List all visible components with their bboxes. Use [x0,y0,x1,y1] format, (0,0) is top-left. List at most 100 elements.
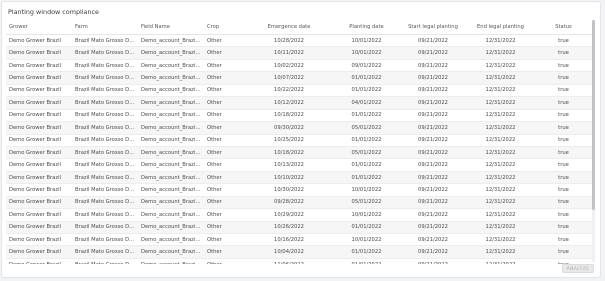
cell-planting-date: 10/01/2022 [334,233,399,247]
table-row[interactable]: Demo Grower BrazilBrazil Mato Grosso De.… [6,258,593,264]
cell-farm: Brazil Mato Grosso De... [72,121,138,135]
cell-crop: Other [204,171,244,185]
cell-crop: Other [204,59,244,73]
cell-grower: Demo Grower Brazil [6,59,72,73]
scrollbar-thumb[interactable] [592,20,595,210]
cell-emergence-date: 11/06/2022 [244,258,334,264]
cell-start-legal-planting: 09/21/2022 [399,71,467,85]
cell-field-name: Demo_account_Brazil... [138,84,204,98]
cell-farm: Brazil Mato Grosso De... [72,183,138,197]
table-row[interactable]: Demo Grower BrazilBrazil Mato Grosso De.… [6,96,593,110]
cell-end-legal-planting: 12/31/2022 [467,245,534,259]
cell-field-name: Demo_account_Brazil... [138,183,204,197]
cell-emergence-date: 10/30/2022 [244,183,334,197]
cell-planting-date: 09/01/2022 [334,59,399,73]
table-row[interactable]: Demo Grower BrazilBrazil Mato Grosso De.… [6,109,593,123]
cell-crop: Other [204,233,244,247]
table-row[interactable]: Demo Grower BrazilBrazil Mato Grosso De.… [6,245,593,259]
cell-planting-date: 01/01/2022 [334,84,399,98]
vertical-scrollbar[interactable] [592,20,595,262]
table-row[interactable]: Demo Grower BrazilBrazil Mato Grosso De.… [6,46,593,60]
cell-start-legal-planting: 09/21/2022 [399,96,467,110]
cell-planting-date: 05/01/2022 [334,146,399,160]
table-row[interactable]: Demo Grower BrazilBrazil Mato Grosso De.… [6,34,593,48]
cell-farm: Brazil Mato Grosso De... [72,258,138,264]
cell-end-legal-planting: 12/31/2022 [467,121,534,135]
column-header-end-legal-planting[interactable]: End legal planting [467,20,534,35]
cell-grower: Demo Grower Brazil [6,158,72,172]
column-header-field-name[interactable]: Field Name [138,20,204,35]
cell-grower: Demo Grower Brazil [6,233,72,247]
cell-grower: Demo Grower Brazil [6,121,72,135]
cell-planting-date: 01/01/2022 [334,71,399,85]
cell-planting-date: 05/01/2022 [334,121,399,135]
cell-start-legal-planting: 09/21/2022 [399,221,467,235]
table-row[interactable]: Demo Grower BrazilBrazil Mato Grosso De.… [6,71,593,85]
cell-end-legal-planting: 12/31/2022 [467,59,534,73]
column-header-crop[interactable]: Crop [204,20,244,35]
table-row[interactable]: Demo Grower BrazilBrazil Mato Grosso De.… [6,158,593,172]
cell-crop: Other [204,109,244,123]
cell-end-legal-planting: 12/31/2022 [467,96,534,110]
column-header-start-legal-planting[interactable]: Start legal planting [399,20,467,35]
table-row[interactable]: Demo Grower BrazilBrazil Mato Grosso De.… [6,233,593,247]
table-row[interactable]: Demo Grower BrazilBrazil Mato Grosso De.… [6,221,593,235]
cell-grower: Demo Grower Brazil [6,84,72,98]
cell-emergence-date: 10/12/2022 [244,96,334,110]
cell-field-name: Demo_account_Brazil... [138,59,204,73]
cell-grower: Demo Grower Brazil [6,34,72,48]
cell-start-legal-planting: 09/21/2022 [399,59,467,73]
cell-start-legal-planting: 09/21/2022 [399,34,467,48]
cell-farm: Brazil Mato Grosso De... [72,59,138,73]
cell-start-legal-planting: 09/21/2022 [399,46,467,60]
table-row[interactable]: Demo Grower BrazilBrazil Mato Grosso De.… [6,121,593,135]
cell-status: true [534,109,593,123]
cell-end-legal-planting: 12/31/2022 [467,171,534,185]
cell-field-name: Demo_account_Brazil... [138,34,204,48]
cell-emergence-date: 10/18/2022 [244,146,334,160]
table-row[interactable]: Demo Grower BrazilBrazil Mato Grosso De.… [6,171,593,185]
cell-field-name: Demo_account_Brazil... [138,233,204,247]
cell-start-legal-planting: 09/21/2022 [399,134,467,147]
analyze-button[interactable]: ANALYZE [562,264,594,273]
table-row[interactable]: Demo Grower BrazilBrazil Mato Grosso De.… [6,183,593,197]
column-header-status[interactable]: Status [534,20,593,35]
cell-grower: Demo Grower Brazil [6,96,72,110]
cell-crop: Other [204,221,244,235]
cell-status: true [534,134,593,147]
table-row[interactable]: Demo Grower BrazilBrazil Mato Grosso De.… [6,146,593,160]
cell-emergence-date: 10/02/2022 [244,59,334,73]
cell-status: true [534,171,593,185]
cell-grower: Demo Grower Brazil [6,109,72,123]
cell-end-legal-planting: 12/31/2022 [467,221,534,235]
cell-grower: Demo Grower Brazil [6,171,72,185]
cell-planting-date: 01/01/2022 [334,171,399,185]
cell-end-legal-planting: 12/31/2022 [467,258,534,264]
cell-field-name: Demo_account_Brazil... [138,121,204,135]
cell-emergence-date: 10/29/2022 [244,208,334,222]
cell-end-legal-planting: 12/31/2022 [467,158,534,172]
cell-status: true [534,158,593,172]
column-header-emergence-date[interactable]: Emergence date [244,20,334,35]
cell-field-name: Demo_account_Brazil... [138,134,204,147]
table-container[interactable]: Grower Farm Field Name Crop Emergence da… [6,20,597,264]
cell-grower: Demo Grower Brazil [6,71,72,85]
cell-farm: Brazil Mato Grosso De... [72,109,138,123]
cell-end-legal-planting: 12/31/2022 [467,183,534,197]
table-row[interactable]: Demo Grower BrazilBrazil Mato Grosso De.… [6,196,593,210]
column-header-farm[interactable]: Farm [72,20,138,35]
cell-start-legal-planting: 09/21/2022 [399,208,467,222]
cell-end-legal-planting: 12/31/2022 [467,109,534,123]
table-row[interactable]: Demo Grower BrazilBrazil Mato Grosso De.… [6,84,593,98]
column-header-planting-date[interactable]: Planting date [334,20,399,35]
cell-crop: Other [204,183,244,197]
cell-end-legal-planting: 12/31/2022 [467,84,534,98]
cell-farm: Brazil Mato Grosso De... [72,146,138,160]
column-header-grower[interactable]: Grower [6,20,72,35]
cell-field-name: Demo_account_Brazil... [138,96,204,110]
table-row[interactable]: Demo Grower BrazilBrazil Mato Grosso De.… [6,134,593,147]
cell-end-legal-planting: 12/31/2022 [467,208,534,222]
table-row[interactable]: Demo Grower BrazilBrazil Mato Grosso De.… [6,208,593,222]
panel-title: Planting window compliance [8,8,99,16]
table-row[interactable]: Demo Grower BrazilBrazil Mato Grosso De.… [6,59,593,73]
